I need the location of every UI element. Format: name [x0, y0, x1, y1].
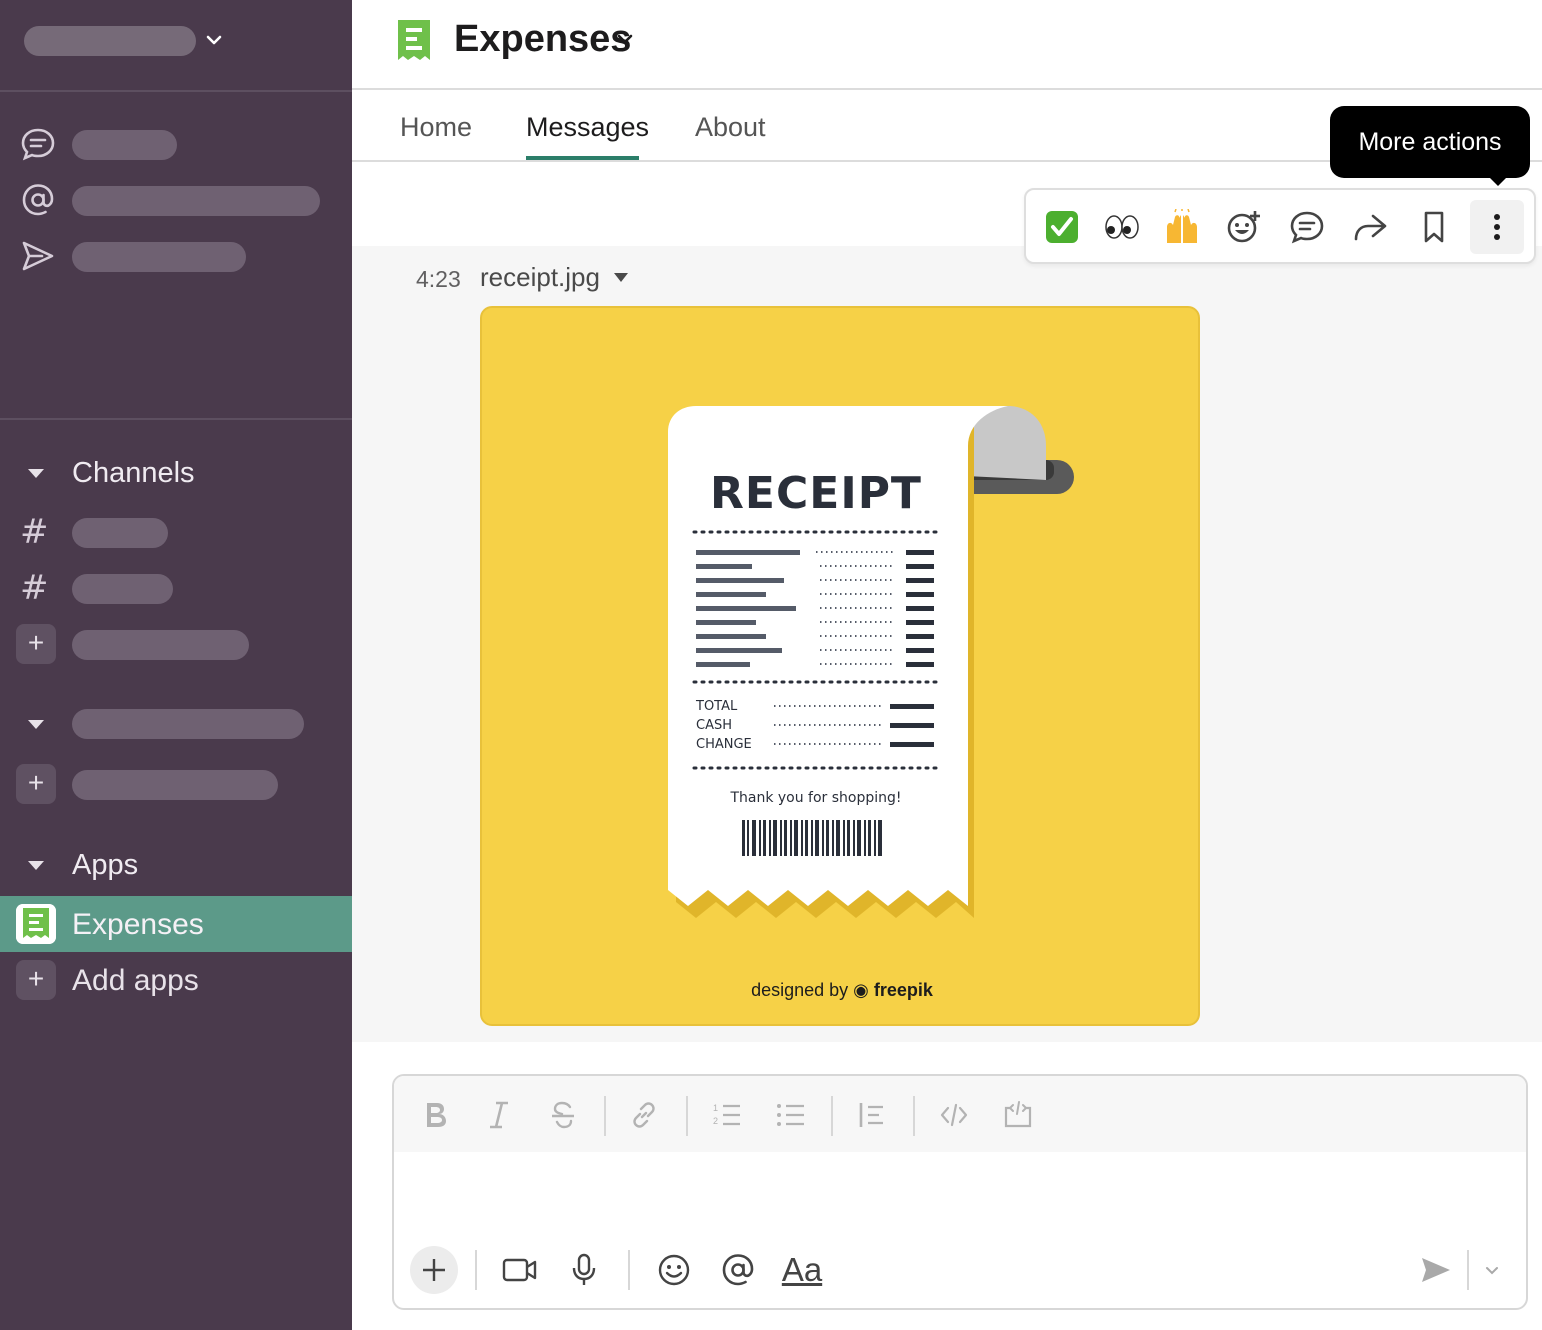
- workspace-name-placeholder[interactable]: [24, 26, 196, 56]
- message-composer[interactable]: 12 Aa: [392, 1074, 1528, 1310]
- sidebar-divider: [0, 90, 352, 92]
- file-name[interactable]: receipt.jpg: [480, 262, 600, 293]
- receipt-change-label: CHANGE: [696, 737, 752, 752]
- sidebar-divider: [0, 418, 352, 420]
- eyes-emoji-icon[interactable]: [1095, 200, 1149, 254]
- toolbar-separator: [686, 1096, 688, 1136]
- add-item-plus-icon[interactable]: +: [16, 764, 56, 804]
- receipt-image[interactable]: RECEIPT TOTAL CASH CHANGE Thank you for …: [480, 306, 1200, 1026]
- add-item-placeholder[interactable]: [72, 770, 278, 800]
- chevron-down-icon[interactable]: [203, 29, 225, 51]
- send-message-icon[interactable]: [1412, 1246, 1460, 1294]
- channel-item-placeholder[interactable]: [72, 574, 173, 604]
- mention-icon[interactable]: [714, 1246, 762, 1294]
- reply-thread-icon[interactable]: [1280, 200, 1334, 254]
- caret-down-icon[interactable]: [28, 720, 44, 729]
- receipt-total-label: TOTAL: [696, 699, 738, 714]
- receipt-heading: RECEIPT: [710, 468, 922, 519]
- code-icon[interactable]: [937, 1098, 971, 1132]
- receipt-illustration: [668, 406, 1074, 918]
- image-credit: designed by ◉ freepik: [482, 980, 1198, 1001]
- receipt-totals: TOTAL CASH CHANGE: [696, 697, 752, 754]
- blockquote-icon[interactable]: [855, 1098, 889, 1132]
- apps-section-label[interactable]: Apps: [72, 849, 138, 882]
- svg-text:1: 1: [713, 1103, 718, 1113]
- italic-icon[interactable]: [482, 1098, 516, 1132]
- channels-section-label[interactable]: Channels: [72, 457, 195, 490]
- threads-icon[interactable]: [20, 126, 56, 162]
- channel-hash-icon: #: [20, 512, 49, 552]
- video-clip-icon[interactable]: [496, 1246, 544, 1294]
- more-vertical-icon[interactable]: [1470, 200, 1524, 254]
- app-window: Channels # # + + Apps Expenses + Add app…: [0, 0, 1542, 1330]
- file-menu-caret-icon[interactable]: [614, 273, 628, 282]
- active-tab-indicator: [526, 156, 639, 160]
- composer-separator: [628, 1250, 630, 1290]
- svg-text:2: 2: [713, 1116, 718, 1126]
- add-apps-label[interactable]: Add apps: [72, 964, 199, 998]
- tab-home[interactable]: Home: [400, 112, 472, 143]
- caret-down-icon[interactable]: [28, 469, 44, 478]
- caret-down-icon[interactable]: [28, 861, 44, 870]
- tab-about[interactable]: About: [695, 112, 766, 143]
- section-label-placeholder[interactable]: [72, 709, 304, 739]
- mentions-icon[interactable]: [20, 182, 56, 218]
- credit-brand: freepik: [873, 980, 933, 1000]
- add-apps-plus-icon[interactable]: +: [16, 960, 56, 1000]
- freepik-logo-icon: ◉: [853, 980, 869, 1000]
- message-timestamp[interactable]: 4:23: [416, 266, 461, 293]
- expenses-receipt-icon: [398, 20, 430, 60]
- sidebar-item-placeholder[interactable]: [72, 130, 177, 160]
- add-channel-placeholder[interactable]: [72, 630, 249, 660]
- sidebar: Channels # # + + Apps Expenses + Add app…: [0, 0, 352, 1330]
- plus-icon: [423, 1259, 445, 1281]
- check-mark-emoji-icon[interactable]: [1035, 200, 1089, 254]
- tooltip-arrow: [1488, 176, 1508, 186]
- send-icon[interactable]: [20, 238, 56, 274]
- send-options-chevron-icon[interactable]: [1468, 1246, 1516, 1294]
- share-icon[interactable]: [1343, 200, 1397, 254]
- toolbar-separator: [913, 1096, 915, 1136]
- bullet-list-icon[interactable]: [774, 1098, 808, 1132]
- channel-hash-icon: #: [20, 568, 49, 608]
- text-format-button[interactable]: Aa: [778, 1246, 826, 1294]
- ordered-list-icon[interactable]: 12: [710, 1098, 744, 1132]
- bookmark-icon[interactable]: [1407, 200, 1461, 254]
- bold-icon[interactable]: [418, 1098, 452, 1132]
- sidebar-item-placeholder[interactable]: [72, 186, 320, 216]
- link-icon[interactable]: [627, 1098, 661, 1132]
- add-channel-plus-icon[interactable]: +: [16, 624, 56, 664]
- add-reaction-icon[interactable]: [1217, 200, 1271, 254]
- chevron-down-icon[interactable]: [614, 28, 636, 50]
- microphone-icon[interactable]: [560, 1246, 608, 1294]
- receipt-thanks-text: Thank you for shopping!: [730, 790, 902, 806]
- credit-prefix: designed by: [751, 980, 849, 1000]
- channel-item-placeholder[interactable]: [72, 518, 168, 548]
- channel-header: Expenses: [352, 0, 1542, 90]
- tab-messages[interactable]: Messages: [526, 112, 649, 143]
- attach-plus-button[interactable]: [410, 1246, 458, 1294]
- expenses-app-icon: [16, 904, 56, 944]
- sidebar-item-label: Expenses: [72, 908, 204, 941]
- code-block-icon[interactable]: [1001, 1098, 1035, 1132]
- toolbar-separator: [604, 1096, 606, 1136]
- sidebar-item-placeholder[interactable]: [72, 242, 246, 272]
- more-actions-tooltip: More actions: [1330, 106, 1530, 178]
- raised-hands-emoji-icon[interactable]: [1155, 200, 1209, 254]
- composer-separator: [475, 1250, 477, 1290]
- receipt-cash-label: CASH: [696, 718, 732, 733]
- toolbar-separator: [831, 1096, 833, 1136]
- emoji-icon[interactable]: [650, 1246, 698, 1294]
- message-actions-toolbar: [1024, 188, 1536, 264]
- page-title[interactable]: Expenses: [454, 18, 631, 61]
- strikethrough-icon[interactable]: [546, 1098, 580, 1132]
